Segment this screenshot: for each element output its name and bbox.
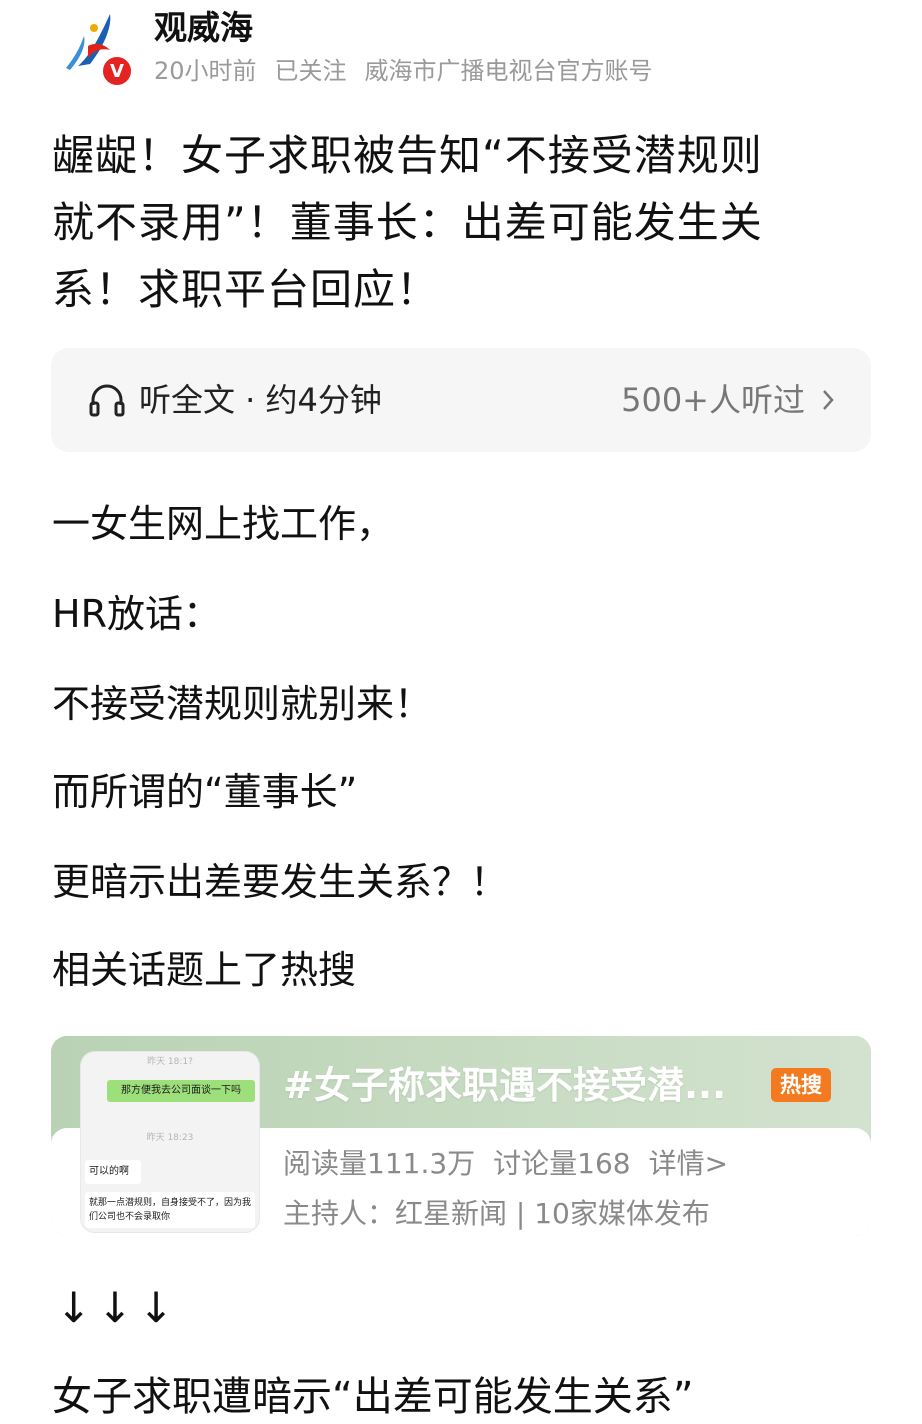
read-count: 阅读量111.3万	[283, 1147, 476, 1180]
body-paragraph: 女子求职遭暗示“出差可能发生关系”	[52, 1374, 694, 1420]
details-link[interactable]: 详情>	[649, 1147, 728, 1180]
body-paragraph: 一女生网上找工作，	[52, 502, 395, 546]
hot-topic-stats: 阅读量111.3万 讨论量168 详情>	[283, 1144, 746, 1184]
account-name[interactable]: 观威海	[154, 6, 253, 50]
article-header: V 观威海 20小时前 已关注 威海市广播电视台官方账号	[0, 0, 922, 100]
verified-icon: V	[100, 54, 134, 88]
headphone-icon	[89, 384, 125, 417]
body-paragraph: HR放话：	[52, 592, 221, 636]
title-line: 龌龊！女子求职被告知“不接受潜规则	[52, 131, 763, 180]
body-paragraph: 相关话题上了热搜	[52, 948, 357, 992]
chat-timestamp: 昨天 18:1?	[147, 1057, 193, 1067]
hot-search-card[interactable]: 昨天 18:1? 那方便我去公司面谈一下吗 昨天 18:23 可以的啊 就那一点…	[51, 1036, 871, 1236]
listen-label: 听全文 · 约4分钟	[139, 381, 382, 419]
hot-topic-thumbnail: 昨天 18:1? 那方便我去公司面谈一下吗 昨天 18:23 可以的啊 就那一点…	[81, 1052, 259, 1232]
account-description: 威海市广播电视台官方账号	[364, 57, 653, 85]
body-paragraph: 更暗示出差要发生关系？！	[52, 860, 509, 904]
chat-bubble-received: 可以的啊	[85, 1160, 141, 1184]
title-line: 就不录用”！董事长：出差可能发生关	[52, 198, 763, 247]
chat-bubble-received: 就那一点潜规则，自身接受不了，因为我们公司也不会录取你	[85, 1192, 255, 1228]
hot-topic-host: 主持人：红星新闻 | 10家媒体发布	[283, 1197, 710, 1230]
hot-topic-title[interactable]: #女子称求职遇不接受潜...	[283, 1060, 726, 1112]
body-paragraph: 而所谓的“董事长”	[52, 770, 358, 814]
post-time: 20小时前	[154, 57, 257, 85]
listen-count: 500+人听过	[621, 381, 805, 419]
chevron-right-icon	[823, 390, 834, 410]
hot-search-badge: 热搜	[771, 1068, 831, 1102]
post-meta: 20小时前 已关注 威海市广播电视台官方账号	[154, 54, 671, 88]
listen-full-text-bar[interactable]: 听全文 · 约4分钟 500+人听过	[51, 348, 871, 452]
discussion-count: 讨论量168	[493, 1147, 631, 1180]
down-arrows: ↓↓↓	[56, 1283, 180, 1332]
chat-timestamp: 昨天 18:23	[146, 1133, 194, 1143]
follow-status[interactable]: 已关注	[275, 57, 347, 85]
title-line: 系！求职平台回应！	[52, 265, 440, 314]
article-title: 龌龊！女子求职被告知“不接受潜规则 就不录用”！董事长：出差可能发生关 系！求职…	[52, 122, 872, 323]
chat-bubble-sent: 那方便我去公司面谈一下吗	[107, 1080, 255, 1102]
body-paragraph: 不接受潜规则就别来！	[52, 682, 433, 726]
